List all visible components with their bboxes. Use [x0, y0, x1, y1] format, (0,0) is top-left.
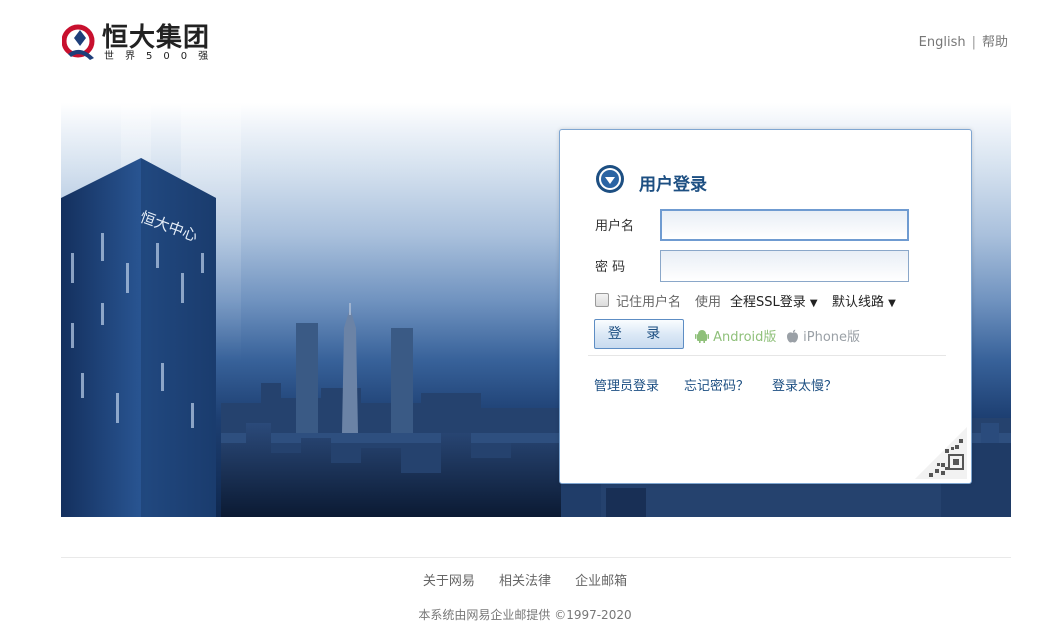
legal-link[interactable]: 相关法律 — [499, 574, 551, 589]
android-app-link[interactable]: Android版 — [695, 326, 776, 345]
ssl-dropdown-icon: ▼ — [809, 298, 818, 309]
route-dropdown-icon: ▼ — [888, 298, 896, 309]
remember-username-label[interactable]: 记住用户名 — [616, 291, 681, 310]
link-separator: | — [971, 35, 976, 50]
logo-title: 恒大集团 — [102, 23, 211, 53]
about-netease-link[interactable]: 关于网易 — [423, 574, 475, 589]
login-divider — [588, 355, 946, 356]
iphone-app-link[interactable]: iPhone版 — [786, 326, 860, 345]
remember-username-checkbox[interactable] — [595, 293, 609, 307]
route-select-value: 默认线路 — [832, 295, 885, 310]
enterprise-mail-link[interactable]: 企业邮箱 — [575, 574, 627, 589]
ssl-select[interactable]: 全程SSL登录 ▼ — [730, 291, 818, 310]
forgot-password-link[interactable]: 忘记密码？ — [684, 375, 749, 394]
help-link[interactable]: 帮助 — [982, 35, 1008, 50]
download-arrow-icon — [596, 165, 624, 193]
login-button[interactable]: 登 录 — [594, 319, 684, 349]
english-link[interactable]: English — [919, 35, 966, 50]
company-logo: 恒大集团 世界500强 — [62, 22, 222, 64]
footer-links: 关于网易 相关法律 企业邮箱 — [0, 570, 1050, 589]
route-select[interactable]: 默认线路 ▼ — [832, 291, 896, 310]
login-title: 用户登录 — [639, 175, 707, 195]
copyright-text: 本系统由网易企业邮提供 ©1997-2020 — [418, 608, 632, 622]
ssl-select-value: 全程SSL登录 — [730, 295, 806, 310]
admin-login-link[interactable]: 管理员登录 — [594, 375, 659, 394]
use-label: 使用 — [695, 295, 722, 310]
apple-icon — [787, 329, 798, 343]
logo-subtitle: 世界500强 — [104, 51, 220, 62]
password-input[interactable] — [660, 250, 909, 282]
android-icon — [695, 330, 709, 343]
top-links: English | 帮助 — [919, 31, 1008, 50]
qr-code-icon[interactable] — [915, 419, 967, 479]
password-label: 密 码 — [595, 260, 626, 275]
username-label: 用户名 — [595, 219, 635, 234]
logo-mark-icon — [62, 24, 95, 60]
footer-divider — [61, 557, 1011, 558]
android-label: Android版 — [713, 330, 777, 345]
username-input[interactable] — [660, 209, 909, 241]
iphone-label: iPhone版 — [803, 330, 861, 345]
login-panel: 用户登录 用户名 密 码 记住用户名 使用 全程SSL登录 ▼ 默认线路 ▼ 登… — [559, 129, 972, 484]
login-slow-link[interactable]: 登录太慢？ — [772, 375, 837, 394]
